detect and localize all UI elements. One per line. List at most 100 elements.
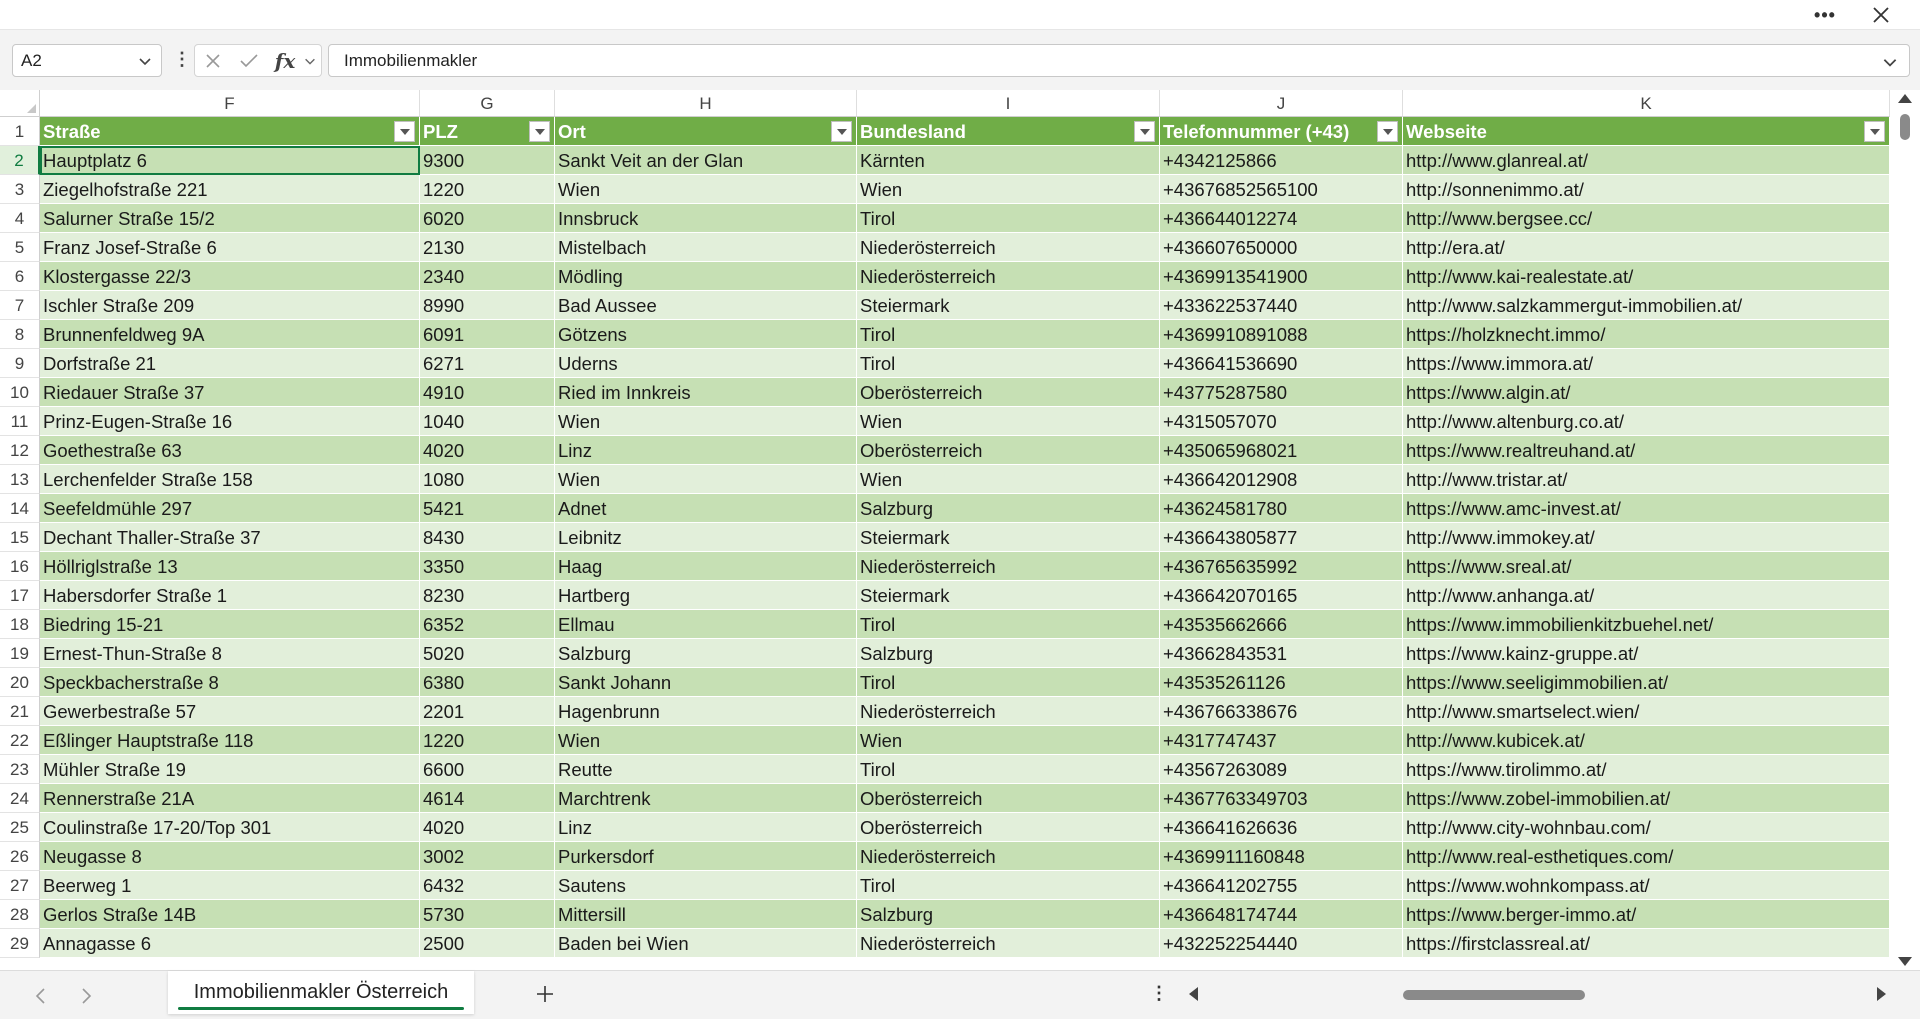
cell-webseite[interactable]: http://www.smartselect.wien/	[1403, 697, 1890, 726]
cell-bundesland[interactable]: Niederösterreich	[857, 233, 1160, 262]
cell-strasse[interactable]: Annagasse 6	[40, 929, 420, 958]
cell-strasse[interactable]: Habersdorfer Straße 1	[40, 581, 420, 610]
cell-telefon[interactable]: +436642070165	[1160, 581, 1403, 610]
cell-ort[interactable]: Leibnitz	[555, 523, 857, 552]
cell-strasse[interactable]: Riedauer Straße 37	[40, 378, 420, 407]
cell-telefon[interactable]: +43535261126	[1160, 668, 1403, 697]
cell-webseite[interactable]: http://www.altenburg.co.at/	[1403, 407, 1890, 436]
horizontal-scroll-thumb[interactable]	[1403, 990, 1585, 1000]
scroll-right-icon[interactable]	[1877, 987, 1886, 1001]
cell-bundesland[interactable]: Tirol	[857, 755, 1160, 784]
header-cell-telefon[interactable]: Telefonnummer (+43)	[1160, 117, 1403, 146]
cell-plz[interactable]: 2340	[420, 262, 555, 291]
cell-ort[interactable]: Hartberg	[555, 581, 857, 610]
cell-bundesland[interactable]: Kärnten	[857, 146, 1160, 175]
cell-ort[interactable]: Sankt Johann	[555, 668, 857, 697]
row-number[interactable]: 20	[0, 668, 40, 697]
cell-plz[interactable]: 1220	[420, 726, 555, 755]
cell-strasse[interactable]: Rennerstraße 21A	[40, 784, 420, 813]
cell-bundesland[interactable]: Wien	[857, 726, 1160, 755]
cell-ort[interactable]: Wien	[555, 175, 857, 204]
cell-plz[interactable]: 6271	[420, 349, 555, 378]
tab-bar-options-icon[interactable]: ⋮	[1150, 983, 1168, 1009]
filter-dropdown-icon[interactable]	[394, 121, 415, 142]
cell-webseite[interactable]: http://www.real-esthetiques.com/	[1403, 842, 1890, 871]
cell-strasse[interactable]: Franz Josef-Straße 6	[40, 233, 420, 262]
cell-webseite[interactable]: http://www.kai-realestate.at/	[1403, 262, 1890, 291]
column-header-j[interactable]: J	[1160, 90, 1403, 117]
cell-bundesland[interactable]: Steiermark	[857, 581, 1160, 610]
cell-bundesland[interactable]: Niederösterreich	[857, 697, 1160, 726]
fx-icon[interactable]: fx	[267, 45, 303, 76]
row-number[interactable]: 6	[0, 262, 40, 291]
cell-telefon[interactable]: +436644012274	[1160, 204, 1403, 233]
cell-bundesland[interactable]: Salzburg	[857, 494, 1160, 523]
cell-plz[interactable]: 6380	[420, 668, 555, 697]
row-number[interactable]: 29	[0, 929, 40, 958]
cell-plz[interactable]: 6020	[420, 204, 555, 233]
cell-bundesland[interactable]: Oberösterreich	[857, 813, 1160, 842]
name-box[interactable]: A2	[12, 44, 162, 77]
cell-bundesland[interactable]: Salzburg	[857, 639, 1160, 668]
cell-ort[interactable]: Sautens	[555, 871, 857, 900]
cell-telefon[interactable]: +436641202755	[1160, 871, 1403, 900]
cell-strasse[interactable]: Beerweg 1	[40, 871, 420, 900]
cell-strasse[interactable]: Höllriglstraße 13	[40, 552, 420, 581]
cell-ort[interactable]: Hagenbrunn	[555, 697, 857, 726]
cell-strasse[interactable]: Speckbacherstraße 8	[40, 668, 420, 697]
cancel-icon[interactable]	[195, 45, 231, 76]
row-number[interactable]: 26	[0, 842, 40, 871]
cell-strasse[interactable]: Coulinstraße 17-20/Top 301	[40, 813, 420, 842]
row-number[interactable]: 16	[0, 552, 40, 581]
cell-webseite[interactable]: http://www.bergsee.cc/	[1403, 204, 1890, 233]
row-number[interactable]: 5	[0, 233, 40, 262]
cell-ort[interactable]: Haag	[555, 552, 857, 581]
add-sheet-icon[interactable]	[530, 979, 560, 1009]
cell-bundesland[interactable]: Niederösterreich	[857, 842, 1160, 871]
cell-webseite[interactable]: https://holzknecht.immo/	[1403, 320, 1890, 349]
cell-telefon[interactable]: +435065968021	[1160, 436, 1403, 465]
cell-bundesland[interactable]: Tirol	[857, 668, 1160, 697]
column-header-k[interactable]: K	[1403, 90, 1890, 117]
row-number[interactable]: 22	[0, 726, 40, 755]
cell-bundesland[interactable]: Wien	[857, 465, 1160, 494]
row-number[interactable]: 25	[0, 813, 40, 842]
filter-dropdown-icon[interactable]	[1377, 121, 1398, 142]
cell-webseite[interactable]: http://www.immokey.at/	[1403, 523, 1890, 552]
cell-webseite[interactable]: http://www.glanreal.at/	[1403, 146, 1890, 175]
cell-bundesland[interactable]: Wien	[857, 407, 1160, 436]
cell-ort[interactable]: Purkersdorf	[555, 842, 857, 871]
select-all-corner[interactable]	[0, 90, 40, 117]
cell-webseite[interactable]: https://www.amc-invest.at/	[1403, 494, 1890, 523]
filter-dropdown-icon[interactable]	[831, 121, 852, 142]
cell-telefon[interactable]: +4315057070	[1160, 407, 1403, 436]
cell-ort[interactable]: Wien	[555, 407, 857, 436]
cell-webseite[interactable]: https://firstclassreal.at/	[1403, 929, 1890, 958]
cell-plz[interactable]: 6600	[420, 755, 555, 784]
cell-bundesland[interactable]: Oberösterreich	[857, 784, 1160, 813]
cell-strasse[interactable]: Ischler Straße 209	[40, 291, 420, 320]
cell-plz[interactable]: 2201	[420, 697, 555, 726]
row-number[interactable]: 21	[0, 697, 40, 726]
cell-ort[interactable]: Innsbruck	[555, 204, 857, 233]
cell-ort[interactable]: Marchtrenk	[555, 784, 857, 813]
cell-plz[interactable]: 5421	[420, 494, 555, 523]
cell-ort[interactable]: Sankt Veit an der Glan	[555, 146, 857, 175]
cell-webseite[interactable]: https://www.kainz-gruppe.at/	[1403, 639, 1890, 668]
row-number[interactable]: 3	[0, 175, 40, 204]
column-header-i[interactable]: I	[857, 90, 1160, 117]
cell-webseite[interactable]: http://sonnenimmo.at/	[1403, 175, 1890, 204]
cell-ort[interactable]: Mödling	[555, 262, 857, 291]
row-number[interactable]: 2	[0, 146, 40, 175]
cell-bundesland[interactable]: Tirol	[857, 349, 1160, 378]
cell-strasse[interactable]: Ziegelhofstraße 221	[40, 175, 420, 204]
close-icon[interactable]	[1858, 0, 1904, 30]
row-number[interactable]: 10	[0, 378, 40, 407]
cell-telefon[interactable]: +4369913541900	[1160, 262, 1403, 291]
cell-plz[interactable]: 2500	[420, 929, 555, 958]
cell-plz[interactable]: 6432	[420, 871, 555, 900]
cell-telefon[interactable]: +436648174744	[1160, 900, 1403, 929]
cell-webseite[interactable]: https://www.berger-immo.at/	[1403, 900, 1890, 929]
cell-strasse[interactable]: Mühler Straße 19	[40, 755, 420, 784]
filter-dropdown-icon[interactable]	[529, 121, 550, 142]
